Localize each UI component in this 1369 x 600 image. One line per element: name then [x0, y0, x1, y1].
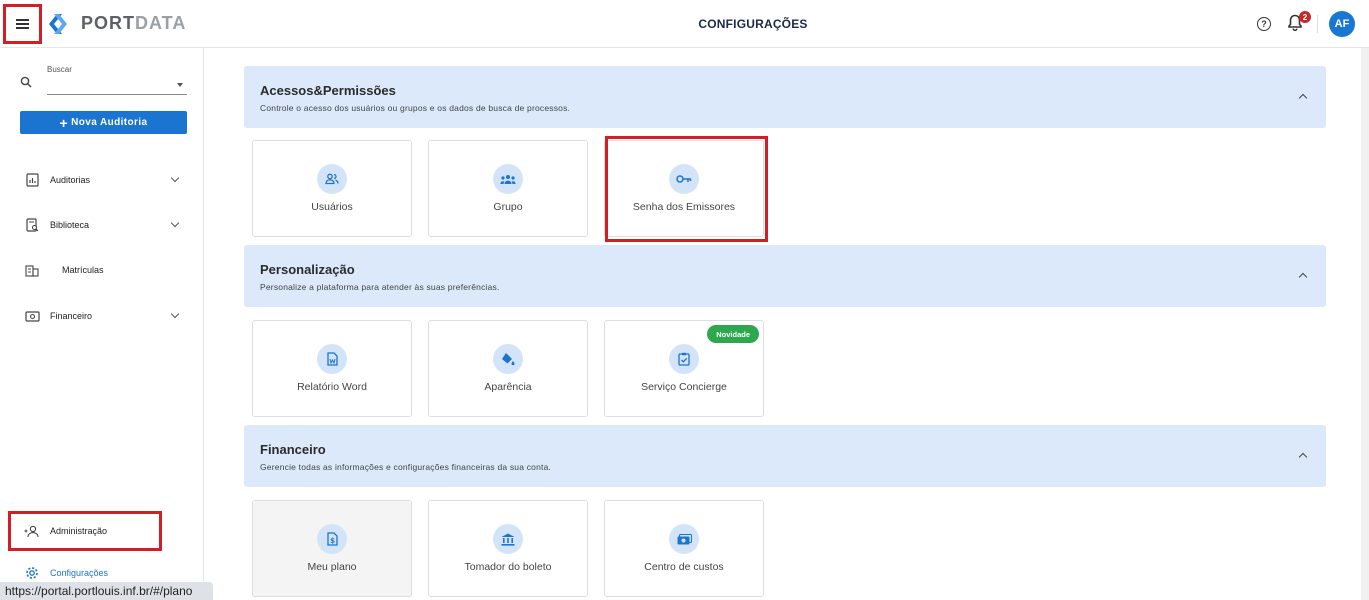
- menu-toggle-button[interactable]: [3, 4, 42, 44]
- top-bar: PORT DATA CONFIGURAÇÕES ? 2 AF: [0, 0, 1369, 48]
- card-servico-concierge[interactable]: Novidade Serviço Concierge: [604, 320, 764, 417]
- plus-icon: +: [59, 114, 69, 131]
- portdata-logo[interactable]: PORT DATA: [49, 13, 186, 34]
- building-icon: [24, 262, 40, 278]
- section-description: Gerencie todas as informações e configur…: [260, 462, 552, 472]
- page-scrollbar[interactable]: [1361, 48, 1369, 600]
- report-chart-icon: [24, 172, 40, 188]
- gear-icon: [24, 565, 40, 581]
- card-label: Grupo: [493, 201, 523, 213]
- sidebar-item-label: Financeiro: [50, 311, 93, 321]
- sidebar-item-label: Biblioteca: [50, 220, 90, 230]
- caret-down-icon[interactable]: [177, 83, 183, 87]
- chevron-down-icon: [170, 173, 180, 183]
- search-label: Buscar: [47, 65, 72, 74]
- group-icon: [493, 164, 523, 194]
- bank-icon: [493, 524, 523, 554]
- header-divider: [1317, 15, 1318, 33]
- card-label: Usuários: [311, 201, 353, 213]
- cash-icon: [24, 308, 40, 324]
- chevron-up-icon[interactable]: [1298, 93, 1308, 103]
- status-bar-url: https://portal.portlouis.inf.br/#/plano: [0, 582, 213, 600]
- new-audit-button[interactable]: + Nova Auditoria: [20, 111, 187, 134]
- section-title: Acessos&Permissões: [260, 83, 396, 98]
- chevron-up-icon[interactable]: [1298, 272, 1308, 282]
- section-personalizacao[interactable]: Personalização Personalize a plataforma …: [244, 245, 1326, 307]
- hamburger-icon: [16, 19, 29, 29]
- sidebar-item-financeiro[interactable]: Financeiro: [24, 305, 184, 327]
- word-document-icon: [317, 344, 347, 374]
- sidebar-item-auditorias[interactable]: Auditorias: [24, 169, 184, 191]
- logo-text-port: PORT: [81, 13, 136, 33]
- header-actions: ? 2 AF: [1257, 11, 1355, 37]
- paint-bucket-icon: [493, 344, 523, 374]
- chevron-up-icon[interactable]: [1298, 452, 1308, 462]
- chevron-down-icon: [170, 309, 180, 319]
- sidebar-item-label: Configurações: [50, 568, 109, 578]
- card-meu-plano[interactable]: $ Meu plano: [252, 500, 412, 597]
- money-icon: [669, 524, 699, 554]
- page-title: CONFIGURAÇÕES: [698, 17, 808, 31]
- sidebar-item-configuracoes[interactable]: Configurações: [24, 562, 184, 584]
- card-grupo[interactable]: Grupo: [428, 140, 588, 237]
- help-icon[interactable]: ?: [1257, 17, 1271, 31]
- sidebar-search: Buscar: [20, 62, 188, 96]
- user-avatar[interactable]: AF: [1329, 11, 1355, 37]
- card-senha-dos-emissores[interactable]: Senha dos Emissores: [604, 140, 764, 237]
- sidebar-item-label: Matrículas: [62, 265, 104, 275]
- card-centro-de-custos[interactable]: Centro de custos: [604, 500, 764, 597]
- new-badge: Novidade: [707, 325, 759, 343]
- key-icon: [669, 164, 699, 194]
- document-search-icon: [24, 217, 40, 233]
- clipboard-check-icon: [669, 344, 699, 374]
- highlight-configuracoes: [8, 511, 162, 551]
- card-label: Centro de custos: [644, 561, 724, 573]
- notifications-button[interactable]: 2: [1287, 11, 1311, 34]
- card-label: Senha dos Emissores: [632, 201, 736, 213]
- sidebar-item-label: Auditorias: [50, 175, 91, 185]
- chevron-down-icon: [170, 218, 180, 228]
- notification-badge: 2: [1299, 11, 1311, 23]
- sidebar-item-matriculas[interactable]: Matrículas: [24, 259, 184, 281]
- card-label: Tomador do boleto: [464, 561, 552, 573]
- portdata-logo-icon: [49, 13, 67, 34]
- users-icon: [317, 164, 347, 194]
- card-usuarios[interactable]: Usuários: [252, 140, 412, 237]
- logo-text-data: DATA: [135, 13, 187, 33]
- card-tomador-do-boleto[interactable]: Tomador do boleto: [428, 500, 588, 597]
- section-title: Financeiro: [260, 442, 326, 457]
- section-description: Personalize a plataforma para atender às…: [260, 282, 500, 292]
- section-description: Controle o acesso dos usuários ou grupos…: [260, 103, 571, 113]
- new-audit-label: Nova Auditoria: [71, 117, 148, 128]
- card-relatorio-word[interactable]: Relatório Word: [252, 320, 412, 417]
- section-financeiro[interactable]: Financeiro Gerencie todas as informações…: [244, 425, 1326, 487]
- card-label: Serviço Concierge: [641, 381, 727, 393]
- invoice-icon: $: [317, 524, 347, 554]
- card-label: Aparência: [484, 381, 532, 393]
- card-aparencia[interactable]: Aparência: [428, 320, 588, 417]
- section-acessos-permissoes[interactable]: Acessos&Permissões Controle o acesso dos…: [244, 66, 1326, 128]
- card-label: Meu plano: [307, 561, 357, 573]
- sidebar-item-biblioteca[interactable]: Biblioteca: [24, 214, 184, 236]
- section-title: Personalização: [260, 262, 355, 277]
- search-input[interactable]: [47, 76, 187, 95]
- svg-text:$: $: [330, 537, 335, 545]
- card-label: Relatório Word: [297, 381, 367, 393]
- search-icon: [20, 76, 32, 88]
